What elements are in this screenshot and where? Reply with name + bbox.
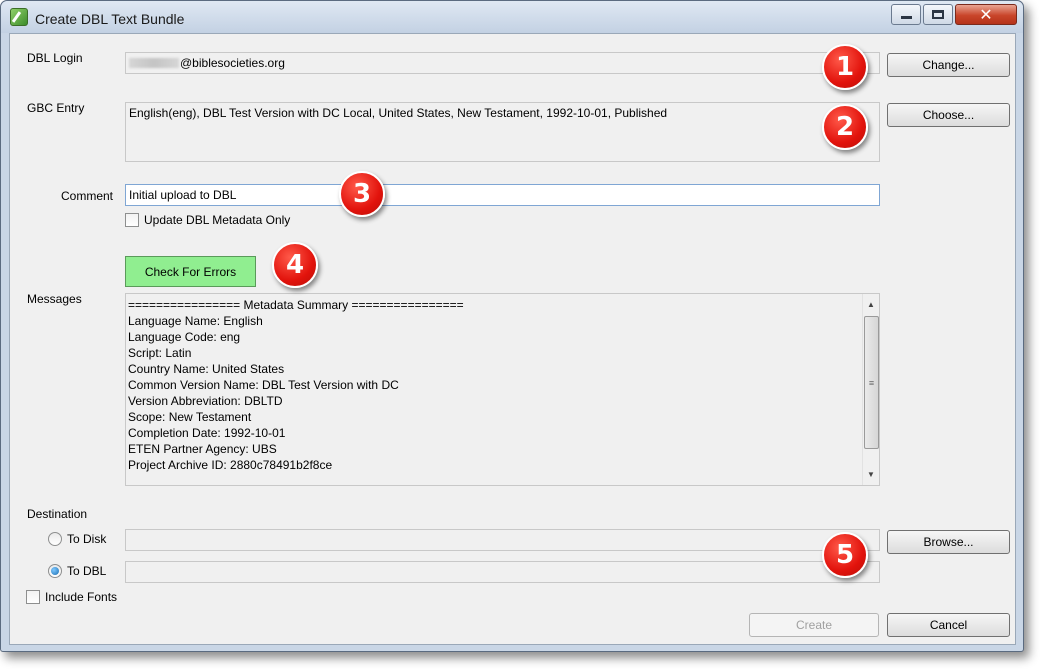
messages-box[interactable]: ================ Metadata Summary ======… <box>125 293 880 486</box>
comment-label: Comment <box>61 189 114 203</box>
to-dbl-radio[interactable] <box>48 564 62 578</box>
to-disk-label[interactable]: To Disk <box>67 532 106 546</box>
app-icon <box>10 8 28 26</box>
update-metadata-only-checkbox[interactable] <box>125 213 139 227</box>
check-for-errors-button[interactable]: Check For Errors <box>125 256 256 287</box>
change-login-button[interactable]: Change... <box>887 53 1010 77</box>
to-disk-radio[interactable] <box>48 532 62 546</box>
message-line: Project Archive ID: 2880c78491b2f8ce <box>128 458 333 472</box>
callout-badge-4: 4 <box>272 242 318 288</box>
title-bar[interactable]: Create DBL Text Bundle ✕ <box>1 1 1023 33</box>
cancel-button[interactable]: Cancel <box>887 613 1010 637</box>
maximize-button[interactable] <box>923 4 953 25</box>
include-fonts-checkbox[interactable] <box>26 590 40 604</box>
callout-badge-2: 2 <box>822 104 868 150</box>
redacted-username <box>129 58 179 68</box>
message-line: Scope: New Testament <box>128 410 252 424</box>
minimize-icon <box>900 16 912 19</box>
message-line: Language Name: English <box>128 314 263 328</box>
dbl-destination-field <box>125 561 880 583</box>
message-line: Common Version Name: DBL Test Version wi… <box>128 378 399 392</box>
callout-badge-1: 1 <box>822 44 868 90</box>
to-dbl-label[interactable]: To DBL <box>67 564 106 578</box>
comment-input[interactable] <box>125 184 880 206</box>
window-title: Create DBL Text Bundle <box>35 11 185 27</box>
update-metadata-only-label[interactable]: Update DBL Metadata Only <box>144 213 290 227</box>
include-fonts-label[interactable]: Include Fonts <box>45 590 117 604</box>
gbc-entry-field: English(eng), DBL Test Version with DC L… <box>125 102 880 162</box>
close-icon: ✕ <box>979 6 993 24</box>
message-line: Version Abbreviation: DBLTD <box>128 394 283 408</box>
gbc-entry-label: GBC Entry <box>27 101 85 115</box>
dbl-login-domain: @biblesocieties.org <box>180 56 285 70</box>
scroll-thumb[interactable]: ≡ <box>864 316 879 449</box>
maximize-icon <box>932 10 944 19</box>
message-line: Country Name: United States <box>128 362 285 376</box>
disk-path-field <box>125 529 880 551</box>
dbl-login-label: DBL Login <box>27 51 83 65</box>
message-line: Language Code: eng <box>128 330 241 344</box>
messages-content: ================ Metadata Summary ======… <box>128 297 464 473</box>
callout-badge-5: 5 <box>822 532 868 578</box>
create-button[interactable]: Create <box>749 613 879 637</box>
scroll-up-icon[interactable]: ▲ <box>863 296 879 313</box>
destination-label: Destination <box>27 507 88 521</box>
messages-scrollbar[interactable]: ▲ ≡ ▼ <box>862 294 879 485</box>
minimize-button[interactable] <box>891 4 921 25</box>
message-line: Script: Latin <box>128 346 192 360</box>
messages-label: Messages <box>27 292 82 306</box>
dialog-window: Create DBL Text Bundle ✕ DBL Login @bibl… <box>0 0 1024 652</box>
browse-button[interactable]: Browse... <box>887 530 1010 554</box>
close-button[interactable]: ✕ <box>955 4 1017 25</box>
scroll-down-icon[interactable]: ▼ <box>863 466 879 483</box>
message-line: ETEN Partner Agency: UBS <box>128 442 277 456</box>
callout-badge-3: 3 <box>339 171 385 217</box>
dbl-login-field: @biblesocieties.org <box>125 52 880 74</box>
message-line: ================ Metadata Summary ======… <box>128 298 464 312</box>
message-line: Completion Date: 1992-10-01 <box>128 426 286 440</box>
choose-gbc-button[interactable]: Choose... <box>887 103 1010 127</box>
